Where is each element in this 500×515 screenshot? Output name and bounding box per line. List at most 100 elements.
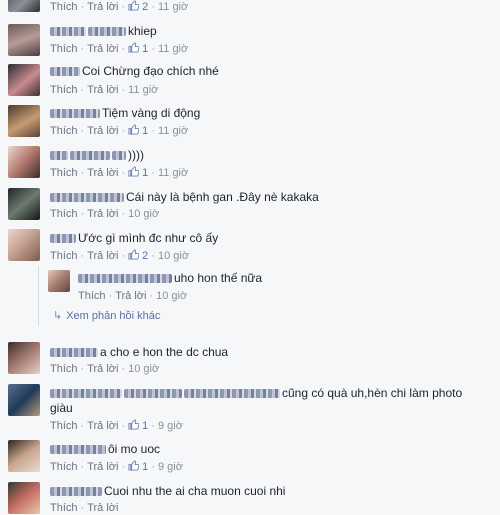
reply-link[interactable]: Trả lời [87,208,118,220]
timestamp[interactable]: 9 giờ [158,420,183,432]
avatar[interactable] [8,188,40,220]
like-link[interactable]: Thích [50,363,78,375]
timestamp[interactable]: 11 giờ [158,167,188,179]
blurred-name[interactable] [50,109,100,119]
like-link[interactable]: Thích [50,43,78,55]
comment-body: Coi Chừng đạo chích nhé [50,64,219,78]
timestamp[interactable]: 11 giờ [158,43,188,55]
avatar[interactable] [8,384,40,416]
comment-body: uho hon thế nữa [78,271,262,285]
like-count[interactable]: 1 [142,461,148,473]
avatar[interactable] [8,24,40,56]
avatar[interactable] [8,105,40,137]
reply-link[interactable]: Trả lời [87,502,118,514]
timestamp[interactable]: 11 giờ [128,84,158,96]
comment-meta: Thích · Trả lời · 1 · 11 giờ [50,166,189,179]
reply-link[interactable]: Trả lời [87,250,118,262]
like-link[interactable]: Thích [50,250,78,262]
like-link[interactable]: Thích [50,502,78,514]
comment-text: a cho e hon the dc chua [100,345,229,359]
more-replies-link[interactable]: ↳ Xem phản hồi khác [53,309,160,322]
more-replies-label: Xem phản hồi khác [66,310,161,322]
reply-link[interactable]: Trả lời [87,84,118,96]
comment-text: Cuoi nhu the ai cha muon cuoi nhi [104,484,286,498]
reply-link[interactable]: Trả lời [87,363,118,375]
like-count[interactable]: 1 [142,167,148,179]
like-thumb-icon [128,460,140,473]
like-count[interactable]: 2 [142,250,148,262]
comment-text: uho hon thế nữa [174,271,263,285]
comment-text: Cái này là bệnh gan .Đây nè kakaka [126,190,319,204]
reply-thread-line [38,266,39,326]
reply-link[interactable]: Trả lời [87,125,118,137]
blurred-name[interactable] [50,151,68,161]
like-thumb-icon [128,166,140,179]
like-thumb-icon [128,249,140,262]
avatar[interactable] [8,440,40,472]
reply-link[interactable]: Trả lời [87,461,118,473]
blurred-name[interactable] [112,151,126,161]
blurred-name[interactable] [50,487,102,497]
like-link[interactable]: Thích [50,1,78,13]
like-link[interactable]: Thích [50,208,78,220]
blurred-name[interactable] [50,193,124,203]
comment-body: a cho e hon the dc chua [50,345,228,359]
comment-body: Cái này là bệnh gan .Đây nè kakaka [50,190,319,204]
blurred-name[interactable] [50,445,106,455]
like-count[interactable]: 1 [142,125,148,137]
like-count[interactable]: 1 [142,43,148,55]
blurred-name[interactable] [70,151,110,161]
like-link[interactable]: Thích [50,84,78,96]
avatar[interactable] [8,0,40,12]
comment-meta: Thích · Trả lời · 1 · 9 giờ [50,460,183,473]
avatar[interactable] [8,342,40,374]
reply-link[interactable]: Trả lời [87,1,118,13]
like-link[interactable]: Thích [50,420,78,432]
blurred-name[interactable] [50,348,98,358]
avatar[interactable] [8,64,40,96]
comment-text-continued: giàu [50,401,73,415]
blurred-name[interactable] [78,274,172,284]
blurred-name[interactable] [50,27,86,37]
reply-link[interactable]: Trả lời [87,167,118,179]
comment-text: )))) [128,148,144,162]
comment-meta: Thích · Trả lời · 1 · 9 giờ [50,419,183,432]
blurred-name[interactable] [124,389,182,399]
like-thumb-icon [128,0,140,13]
timestamp[interactable]: 10 giờ [156,290,187,302]
like-count[interactable]: 1 [142,420,148,432]
blurred-name[interactable] [50,389,122,399]
avatar[interactable] [8,146,40,178]
avatar[interactable] [8,229,40,261]
timestamp[interactable]: 10 giờ [128,208,159,220]
timestamp[interactable]: 10 giờ [128,363,159,375]
blurred-name[interactable] [184,389,280,399]
comment-meta: Thích · Trả lời · 1 · 11 giờ [50,42,189,55]
like-count[interactable]: 2 [142,1,148,13]
like-link[interactable]: Thích [50,125,78,137]
comment-text: khiep [128,24,157,38]
timestamp[interactable]: 10 giờ [158,250,189,262]
blurred-name[interactable] [50,234,76,244]
comment-body: )))) [50,148,144,162]
comment-body: Cuoi nhu the ai cha muon cuoi nhi [50,484,285,498]
timestamp[interactable]: 11 giờ [158,125,188,137]
avatar[interactable] [48,270,70,292]
avatar[interactable] [8,482,40,514]
like-link[interactable]: Thích [78,290,106,302]
comment-body: ôi mo uoc [50,442,160,456]
blurred-name[interactable] [88,27,126,37]
timestamp[interactable]: 11 giờ [158,1,188,13]
comment-text: ôi mo uoc [108,442,161,456]
timestamp[interactable]: 9 giờ [158,461,183,473]
comment-text: Ước gì mình đc như cô ấy [78,231,219,245]
like-thumb-icon [128,124,140,137]
reply-link[interactable]: Trả lời [87,43,118,55]
reply-link[interactable]: Trả lời [115,290,146,302]
comment-body: khiep [50,24,157,38]
blurred-name[interactable] [50,67,80,77]
comment-text: Coi Chừng đạo chích nhé [82,64,219,78]
like-link[interactable]: Thích [50,461,78,473]
reply-link[interactable]: Trả lời [87,420,118,432]
like-link[interactable]: Thích [50,167,78,179]
